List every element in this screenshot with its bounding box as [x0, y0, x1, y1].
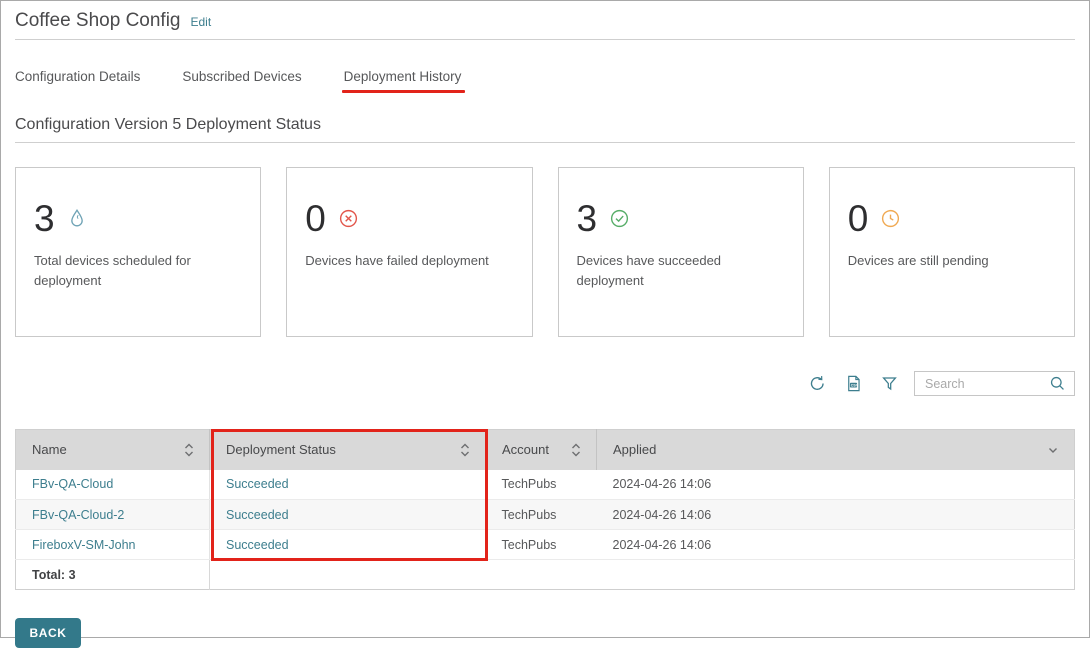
failed-label: Devices have failed deployment: [305, 251, 510, 271]
column-header-account[interactable]: Account: [486, 430, 597, 470]
column-header-applied[interactable]: Applied: [597, 430, 1075, 470]
scheduled-count: 3: [34, 200, 55, 237]
header-divider: [15, 39, 1075, 40]
deployment-status-link[interactable]: Succeeded: [226, 477, 289, 491]
table-row: FBv-QA-Cloud Succeeded TechPubs 2024-04-…: [16, 470, 1075, 500]
total-count: Total: 3: [16, 560, 210, 590]
card-pending: 0 Devices are still pending: [829, 167, 1075, 337]
search-input[interactable]: [925, 377, 1049, 391]
failed-count: 0: [305, 200, 326, 237]
edit-link[interactable]: Edit: [191, 15, 212, 29]
succeeded-count: 3: [577, 200, 598, 237]
pending-label: Devices are still pending: [848, 251, 1053, 271]
card-failed: 0 Devices have failed deployment: [286, 167, 532, 337]
footer-empty-cell: [210, 560, 1075, 590]
deployment-status-link[interactable]: Succeeded: [226, 538, 289, 552]
scheduled-label: Total devices scheduled for deployment: [34, 251, 239, 291]
device-name-link[interactable]: FBv-QA-Cloud-2: [32, 508, 124, 522]
search-box: [914, 371, 1075, 396]
account-cell: TechPubs: [486, 530, 597, 560]
column-header-name[interactable]: Name: [16, 430, 210, 470]
account-cell: TechPubs: [486, 500, 597, 530]
annotation-tab-underline: [342, 90, 466, 93]
export-csv-icon[interactable]: CSV: [842, 373, 864, 395]
tab-configuration-details[interactable]: Configuration Details: [15, 69, 140, 93]
refresh-icon[interactable]: [806, 373, 828, 395]
clock-icon: [880, 208, 901, 229]
filter-icon[interactable]: [878, 373, 900, 395]
card-succeeded: 3 Devices have succeeded deployment: [558, 167, 804, 337]
tab-label: Subscribed Devices: [182, 69, 301, 84]
succeeded-label: Devices have succeeded deployment: [577, 251, 782, 291]
table-toolbar: CSV: [15, 371, 1075, 396]
back-button[interactable]: BACK: [15, 618, 81, 648]
table-row: FireboxV-SM-John Succeeded TechPubs 2024…: [16, 530, 1075, 560]
page-title: Coffee Shop Config: [15, 10, 181, 32]
page-header: Coffee Shop Config Edit: [15, 1, 1075, 32]
tab-subscribed-devices[interactable]: Subscribed Devices: [182, 69, 301, 93]
droplet-icon: [67, 208, 87, 230]
card-top: 0: [848, 200, 1056, 237]
column-label: Applied: [613, 442, 656, 457]
table-header-row: Name Deployment Status: [16, 430, 1075, 470]
applied-cell: 2024-04-26 14:06: [597, 530, 1075, 560]
tab-label: Configuration Details: [15, 69, 140, 84]
card-top: 3: [34, 200, 242, 237]
deployment-table: Name Deployment Status: [15, 429, 1075, 590]
deployment-table-container: Name Deployment Status: [15, 429, 1075, 590]
sort-icon[interactable]: [570, 442, 582, 458]
column-menu-chevron-down-icon[interactable]: [1046, 443, 1060, 457]
card-top: 3: [577, 200, 785, 237]
device-name-link[interactable]: FireboxV-SM-John: [32, 538, 136, 552]
device-name-link[interactable]: FBv-QA-Cloud: [32, 477, 113, 491]
tab-bar: Configuration Details Subscribed Devices…: [15, 69, 1075, 93]
table-row: FBv-QA-Cloud-2 Succeeded TechPubs 2024-0…: [16, 500, 1075, 530]
column-header-deployment-status[interactable]: Deployment Status: [210, 430, 486, 470]
circle-check-icon: [609, 208, 630, 229]
deployment-status-link[interactable]: Succeeded: [226, 508, 289, 522]
section-divider: [15, 142, 1075, 143]
tab-deployment-history[interactable]: Deployment History: [344, 69, 462, 93]
table-footer-row: Total: 3: [16, 560, 1075, 590]
stat-cards: 3 Total devices scheduled for deployment…: [15, 167, 1075, 337]
svg-text:CSV: CSV: [850, 383, 858, 387]
card-scheduled: 3 Total devices scheduled for deployment: [15, 167, 261, 337]
column-label: Account: [502, 442, 549, 457]
column-label: Name: [32, 442, 67, 457]
pending-count: 0: [848, 200, 869, 237]
applied-cell: 2024-04-26 14:06: [597, 500, 1075, 530]
sort-icon[interactable]: [183, 442, 195, 458]
applied-cell: 2024-04-26 14:06: [597, 470, 1075, 500]
card-top: 0: [305, 200, 513, 237]
tab-label: Deployment History: [344, 69, 462, 84]
account-cell: TechPubs: [486, 470, 597, 500]
page: Coffee Shop Config Edit Configuration De…: [0, 0, 1090, 638]
column-label: Deployment Status: [226, 442, 336, 457]
sort-icon[interactable]: [459, 442, 471, 458]
section-title: Configuration Version 5 Deployment Statu…: [15, 116, 1075, 134]
search-icon[interactable]: [1049, 375, 1066, 392]
circle-x-icon: [338, 208, 359, 229]
